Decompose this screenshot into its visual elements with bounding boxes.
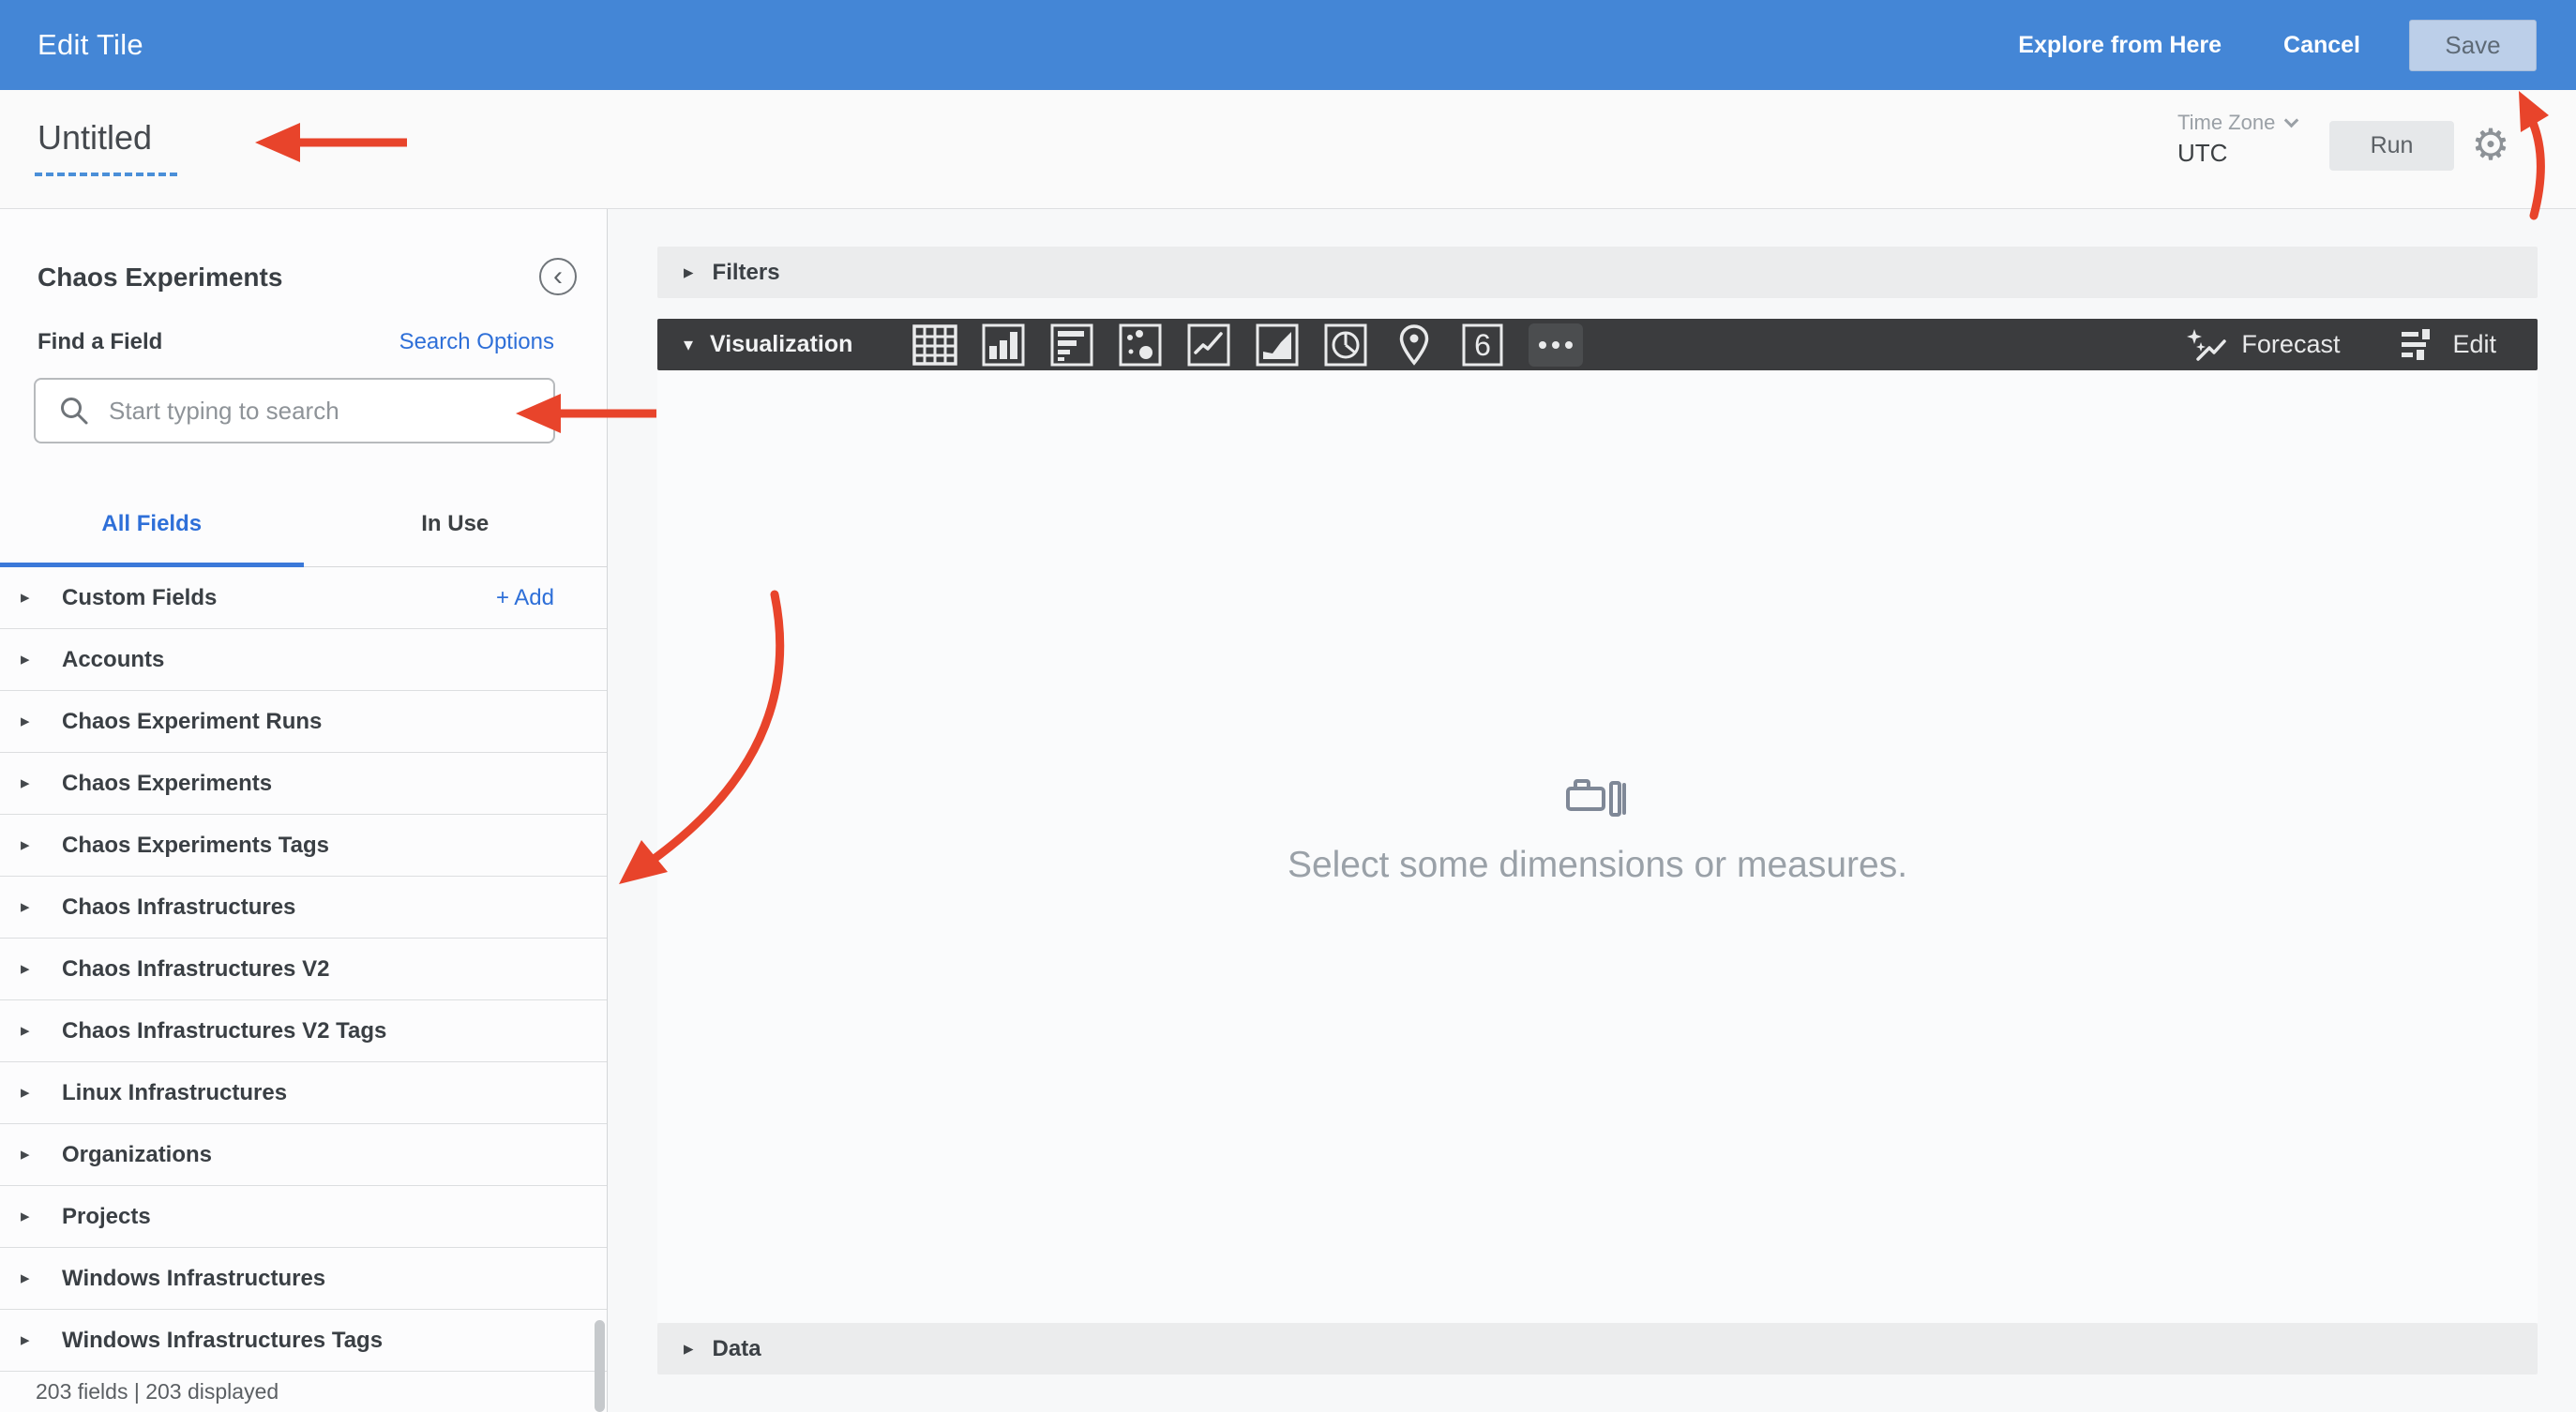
field-group-chaos-experiment-runs[interactable]: ▸ Chaos Experiment Runs [0, 691, 607, 753]
caret-right-icon: ▸ [21, 897, 30, 917]
search-input[interactable] [109, 396, 542, 426]
field-group-chaos-experiments[interactable]: ▸ Chaos Experiments [0, 753, 607, 815]
filters-section-toggle[interactable]: ▸ Filters [657, 247, 2538, 298]
edit-viz-button[interactable]: Edit [2398, 327, 2496, 363]
sidebar-scrollbar[interactable] [595, 1320, 605, 1412]
visualization-canvas: Select some dimensions or measures. [657, 370, 2538, 1323]
caret-right-icon: ▸ [21, 650, 30, 669]
save-button[interactable]: Save [2409, 19, 2537, 71]
field-group-windows-infrastructures[interactable]: ▸ Windows Infrastructures [0, 1248, 607, 1310]
caret-right-icon: ▸ [21, 1269, 30, 1288]
visualization-bar: ▾ Visualization 6 Forecast Edit [657, 319, 2538, 370]
caret-right-icon: ▸ [684, 262, 694, 283]
viz-area-chart-icon[interactable] [1255, 319, 1300, 370]
viz-single-value-icon[interactable]: 6 [1460, 319, 1505, 370]
collapse-panel-icon[interactable]: ‹ [539, 258, 577, 295]
run-button[interactable]: Run [2329, 121, 2454, 171]
add-custom-field-button[interactable]: + Add [496, 585, 554, 611]
visualization-section-toggle[interactable]: Visualization [710, 331, 852, 358]
caret-right-icon: ▸ [21, 1021, 30, 1041]
viz-scatter-plot-icon[interactable] [1118, 319, 1163, 370]
viz-bar-chart-icon[interactable] [1049, 319, 1094, 370]
search-options-link[interactable]: Search Options [399, 329, 554, 355]
caret-right-icon: ▸ [21, 712, 30, 731]
svg-text:6: 6 [1475, 328, 1492, 362]
find-field-row: Find a Field Search Options [0, 323, 607, 361]
field-group-chaos-infrastructures-v2[interactable]: ▸ Chaos Infrastructures V2 [0, 939, 607, 1000]
viz-type-picker: 6 [912, 319, 1584, 370]
gear-icon[interactable]: ⚙ [2466, 118, 2515, 171]
field-group-chaos-infrastructures-v2-tags[interactable]: ▸ Chaos Infrastructures V2 Tags [0, 1000, 607, 1062]
caret-right-icon: ▸ [21, 1145, 30, 1164]
caret-right-icon: ▸ [21, 959, 30, 979]
explore-main-area: ▸ Filters ▾ Visualization 6 Forecast Edi… [609, 209, 2576, 1412]
field-group-projects[interactable]: ▸ Projects [0, 1186, 607, 1248]
tile-title-dashed-underline [35, 173, 177, 176]
caret-right-icon: ▸ [21, 1330, 30, 1350]
caret-right-icon: ▸ [21, 1083, 30, 1103]
field-tabs: All Fields In Use [0, 481, 607, 567]
cancel-button[interactable]: Cancel [2283, 32, 2360, 59]
flashlight-icon [1565, 779, 1626, 817]
tab-all-fields[interactable]: All Fields [0, 481, 304, 567]
caret-right-icon: ▸ [684, 1338, 694, 1359]
find-a-field-label: Find a Field [38, 329, 163, 354]
field-group-chaos-experiments-tags[interactable]: ▸ Chaos Experiments Tags [0, 815, 607, 877]
data-section-toggle[interactable]: ▸ Data [657, 1323, 2538, 1374]
topbar-actions: Explore from Here Cancel Save [2018, 19, 2537, 71]
viz-line-chart-icon[interactable] [1186, 319, 1231, 370]
edit-tile-window: Edit Tile Explore from Here Cancel Save … [0, 0, 2576, 1412]
tab-in-use[interactable]: In Use [304, 481, 608, 566]
field-group-custom-fields[interactable]: ▸ Custom Fields + Add [0, 567, 607, 629]
caret-right-icon: ▸ [21, 588, 30, 608]
top-app-bar: Edit Tile Explore from Here Cancel Save [0, 0, 2576, 90]
forecast-button[interactable]: Forecast [2185, 327, 2340, 363]
timezone-selector[interactable]: Time Zone UTC [2177, 111, 2318, 168]
caret-right-icon: ▸ [21, 774, 30, 793]
empty-state: Select some dimensions or measures. [657, 774, 2538, 886]
viz-map-icon[interactable] [1392, 319, 1437, 370]
field-group-windows-infrastructures-tags[interactable]: ▸ Windows Infrastructures Tags [0, 1310, 607, 1372]
viz-more-options-icon[interactable] [1529, 323, 1584, 367]
field-group-organizations[interactable]: ▸ Organizations [0, 1124, 607, 1186]
caret-right-icon: ▸ [21, 835, 30, 855]
viz-column-chart-icon[interactable] [981, 319, 1026, 370]
sliders-icon [2402, 328, 2431, 360]
viz-table-icon[interactable] [912, 319, 958, 370]
field-group-accounts[interactable]: ▸ Accounts [0, 629, 607, 691]
field-group-chaos-infrastructures[interactable]: ▸ Chaos Infrastructures [0, 877, 607, 939]
explore-from-here-button[interactable]: Explore from Here [2018, 32, 2222, 59]
timezone-label: Time Zone [2177, 111, 2276, 134]
viz-pie-chart-icon[interactable] [1323, 319, 1368, 370]
explore-name-title: Chaos Experiments [38, 263, 283, 292]
caret-right-icon: ▸ [21, 1207, 30, 1226]
chevron-down-icon [2284, 113, 2299, 128]
search-icon [61, 398, 88, 425]
caret-down-icon[interactable]: ▾ [684, 333, 693, 356]
field-group-list: ▸ Custom Fields + Add ▸ Accounts ▸ Chaos… [0, 567, 607, 1372]
timezone-value: UTC [2177, 139, 2228, 167]
field-group-linux-infrastructures[interactable]: ▸ Linux Infrastructures [0, 1062, 607, 1124]
viz-bar-actions: Forecast Edit [2185, 327, 2496, 363]
sparkle-trend-icon [2187, 328, 2227, 361]
empty-state-message: Select some dimensions or measures. [1287, 845, 1908, 885]
field-picker-sidebar: Chaos Experiments ‹ Find a Field Search … [0, 209, 608, 1412]
explore-header: Untitled Time Zone UTC Run ⚙ [0, 90, 2576, 209]
field-count-footer: 203 fields | 203 displayed [36, 1379, 279, 1404]
tile-title-input[interactable]: Untitled [38, 118, 152, 158]
page-title: Edit Tile [38, 28, 143, 61]
field-search-box[interactable] [34, 378, 555, 443]
sidebar-header: Chaos Experiments ‹ [0, 254, 607, 301]
